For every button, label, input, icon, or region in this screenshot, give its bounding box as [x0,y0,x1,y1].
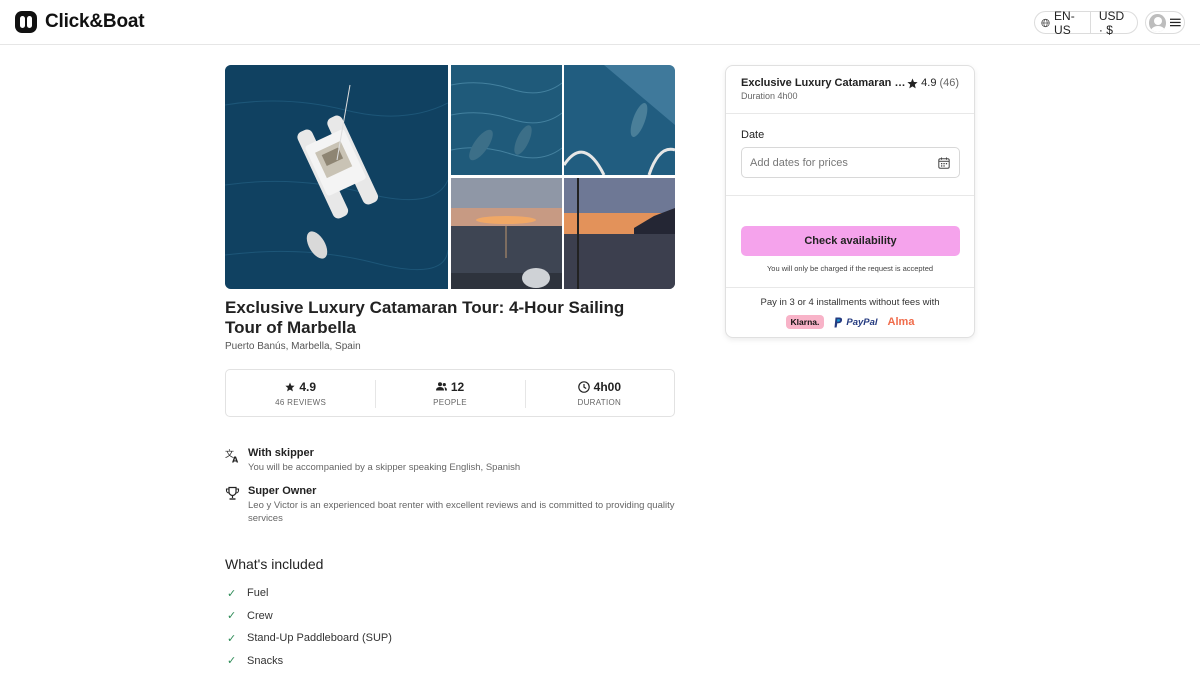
logo[interactable]: Click&Boat [15,11,145,33]
star-icon [907,78,918,88]
gallery-photo-5[interactable] [564,178,675,289]
clock-icon [577,380,590,393]
list-item: ✓ Fuel [227,582,392,605]
date-input[interactable]: Add dates for prices [741,147,960,178]
cta-note: You will only be charged if the request … [766,264,934,273]
check-icon: ✓ [227,632,237,645]
paypal-label: PayPal [846,316,878,328]
list-item: ✓ Snacks [227,650,392,673]
people-icon [435,382,447,391]
globe-icon [1041,18,1050,27]
booking-rating: 4.9 (46) [907,77,959,89]
booking-duration: Duration 4h00 [741,91,798,101]
stat-reviews: 4.9 46 REVIEWS [226,370,375,416]
rating-value: 4.9 [921,77,937,89]
trophy-icon [225,486,240,500]
locale-currency-selector[interactable]: EN-US USD · $ [1034,9,1138,37]
translate-icon: 文 A [225,448,239,464]
stat-people: 12 PEOPLE [375,370,524,416]
booking-card-header: Exclusive Luxury Catamaran To... Duratio… [726,66,974,114]
logo-mark-icon [15,11,37,33]
avatar-icon [1149,13,1167,32]
date-section: Date Add dates for prices [726,114,974,196]
included-list: ✓ Fuel ✓ Crew ✓ Stand-Up Paddleboard (SU… [227,582,392,672]
feature-description: Leo y Victor is an experienced boat rent… [248,500,675,524]
alma-logo: Alma [887,316,915,328]
feature-title: With skipper [248,447,314,459]
klarna-logo: Klarna. [785,315,825,329]
star-icon [285,382,295,391]
booking-title: Exclusive Luxury Catamaran To... [741,77,906,89]
language-label[interactable]: EN-US [1054,9,1082,37]
calendar-icon [938,157,950,169]
feature-description: You will be accompanied by a skipper spe… [248,462,521,473]
cta-section: Check availability You will only be char… [726,196,974,288]
svg-text:A: A [232,456,239,464]
included-item-label: Crew [247,609,273,622]
stat-label: DURATION [577,397,622,407]
user-menu-button[interactable] [1145,11,1185,34]
check-availability-button[interactable]: Check availability [741,226,960,256]
review-count: (46) [939,77,959,89]
stat-label: PEOPLE [433,397,467,407]
stat-duration: 4h00 DURATION [524,370,674,416]
included-item-label: Stand-Up Paddleboard (SUP) [247,632,392,645]
top-header: Click&Boat EN-US USD · $ [0,0,1200,45]
check-icon: ✓ [227,610,237,623]
photo-gallery [225,65,675,289]
paypal-logo: PayPal [834,316,878,328]
hamburger-menu-icon [1170,18,1181,27]
installments-text: Pay in 3 or 4 installments without fees … [760,297,940,308]
check-icon: ✓ [227,587,237,600]
stat-value: 4.9 [299,379,316,394]
stats-bar: 4.9 46 REVIEWS 12 PEOPLE 4h00 DURATION [225,369,675,417]
stat-value: 4h00 [593,379,621,394]
gallery-photo-main[interactable] [225,65,448,289]
stat-value: 12 [450,379,465,394]
included-item-label: Fuel [247,587,269,600]
included-heading: What's included [225,556,324,572]
pill-divider [1090,11,1091,34]
gallery-photo-3[interactable] [564,65,675,175]
date-label: Date [741,129,765,141]
feature-skipper: 文 A With skipper You will be accompanied… [225,447,675,474]
date-placeholder: Add dates for prices [750,156,848,169]
stat-label: 46 REVIEWS [275,397,327,407]
currency-label[interactable]: USD · $ [1099,9,1131,37]
payment-logos: Klarna. PayPal Alma [726,315,974,329]
feature-super-owner: Super Owner Leo y Victor is an experienc… [225,485,675,525]
gallery-photo-4[interactable] [451,178,562,289]
listing-title: Exclusive Luxury Catamaran Tour: 4-Hour … [225,298,625,337]
list-item: ✓ Stand-Up Paddleboard (SUP) [227,627,392,650]
listing-location: Puerto Banús, Marbella, Spain [225,341,361,352]
included-item-label: Snacks [247,654,284,667]
feature-title: Super Owner [248,485,317,497]
paypal-icon [834,317,843,327]
gallery-photo-2[interactable] [451,65,562,175]
list-item: ✓ Crew [227,605,392,628]
logo-text: Click&Boat [45,11,145,32]
booking-card: Exclusive Luxury Catamaran To... Duratio… [725,65,975,338]
payment-section: Pay in 3 or 4 installments without fees … [726,288,974,329]
check-icon: ✓ [227,655,237,668]
